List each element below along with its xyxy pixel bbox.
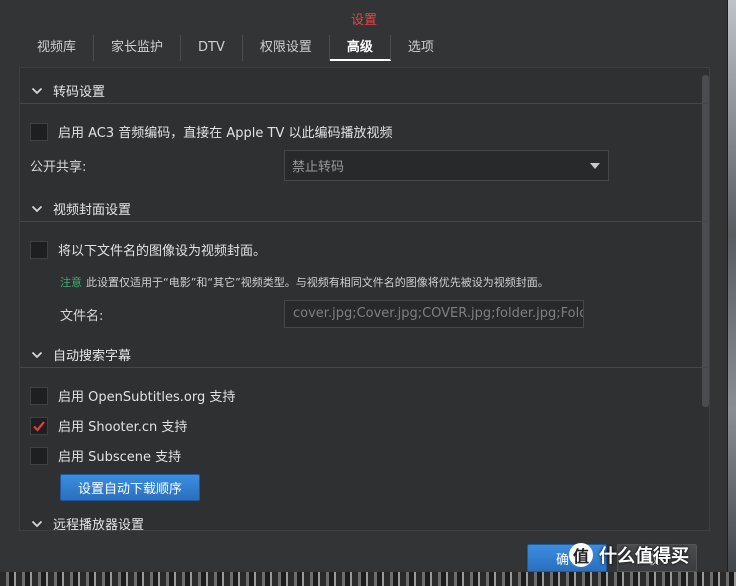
section-header-remote[interactable]: 远程播放器设置	[31, 514, 144, 533]
watermark: 值 什么值得买	[569, 542, 689, 568]
public-share-select[interactable]: 禁止转码	[284, 150, 609, 181]
section-title: 视频封面设置	[53, 203, 132, 218]
section-title: 自动搜索字幕	[53, 349, 132, 364]
ac3-checkbox[interactable]	[30, 122, 48, 141]
background-photo-strip-bottom	[0, 572, 736, 586]
dropdown-caret-icon	[590, 163, 600, 169]
tab-bar: 视频库 家长监护 DTV 权限设置 高级 选项	[20, 34, 451, 62]
filename-label: 文件名:	[60, 309, 104, 324]
ac3-label: 启用 AC3 音频编码，直接在 Apple TV 以此编码播放视频	[58, 126, 393, 141]
opensubtitles-label: 启用 OpenSubtitles.org 支持	[58, 390, 236, 405]
section-title: 转码设置	[53, 85, 106, 100]
section-divider	[20, 221, 710, 222]
chevron-down-icon	[31, 205, 43, 212]
section-header-transcode[interactable]: 转码设置	[31, 81, 105, 100]
background-photo-strip	[728, 0, 736, 586]
section-divider	[20, 103, 710, 104]
subscene-label: 启用 Subscene 支持	[58, 450, 182, 465]
tab-dtv[interactable]: DTV	[181, 35, 243, 61]
filename-input[interactable]: cover.jpg;Cover.jpg;COVER.jpg;folder.jpg…	[284, 300, 584, 328]
watermark-text: 什么值得买	[599, 546, 689, 567]
tab-advanced[interactable]: 高级	[329, 35, 391, 61]
public-share-label: 公开共享:	[30, 160, 87, 175]
subscene-checkbox[interactable]	[30, 446, 48, 465]
settings-dialog: 设置 视频库 家长监护 DTV 权限设置 高级 选项 转码设置 启用 AC3 音…	[0, 0, 728, 572]
public-share-value: 禁止转码	[292, 160, 345, 175]
opensubtitles-row: 启用 OpenSubtitles.org 支持	[30, 386, 235, 405]
note-text: 此设置仅适用于“电影”和“其它”视频类型。与视频有相同文件名的图像将优先被设为视…	[86, 276, 549, 289]
tab-options[interactable]: 选项	[391, 35, 451, 61]
section-title: 远程播放器设置	[53, 518, 145, 533]
subscene-row: 启用 Subscene 支持	[30, 446, 181, 465]
cover-note: 注意 此设置仅适用于“电影”和“其它”视频类型。与视频有相同文件名的图像将优先被设…	[60, 274, 549, 290]
cover-filename-label: 将以下文件名的图像设为视频封面。	[58, 244, 267, 259]
opensubtitles-checkbox[interactable]	[30, 386, 48, 405]
chevron-down-icon	[31, 351, 43, 358]
section-divider	[20, 367, 710, 368]
tab-parental-control[interactable]: 家长监护	[94, 35, 182, 61]
shooter-label: 启用 Shooter.cn 支持	[58, 420, 188, 435]
ac3-option-row: 启用 AC3 音频编码，直接在 Apple TV 以此编码播放视频	[30, 122, 393, 141]
shooter-row: 启用 Shooter.cn 支持	[30, 416, 187, 435]
watermark-badge: 值	[569, 543, 593, 567]
cover-option-row: 将以下文件名的图像设为视频封面。	[30, 240, 266, 259]
tab-permissions[interactable]: 权限设置	[243, 35, 330, 61]
tab-video-library[interactable]: 视频库	[20, 35, 95, 61]
section-header-cover[interactable]: 视频封面设置	[31, 199, 131, 218]
download-order-button[interactable]: 设置自动下载顺序	[60, 474, 200, 501]
dialog-title: 设置	[350, 13, 377, 28]
cover-filename-checkbox[interactable]	[30, 240, 48, 259]
chevron-down-icon	[31, 87, 43, 94]
shooter-checkbox[interactable]	[30, 416, 48, 435]
section-header-subtitles[interactable]: 自动搜索字幕	[31, 345, 131, 364]
note-prefix: 注意	[60, 276, 82, 289]
chevron-down-icon	[31, 520, 43, 527]
scrollbar-thumb[interactable]	[702, 75, 709, 407]
checkmark-icon	[33, 420, 45, 432]
